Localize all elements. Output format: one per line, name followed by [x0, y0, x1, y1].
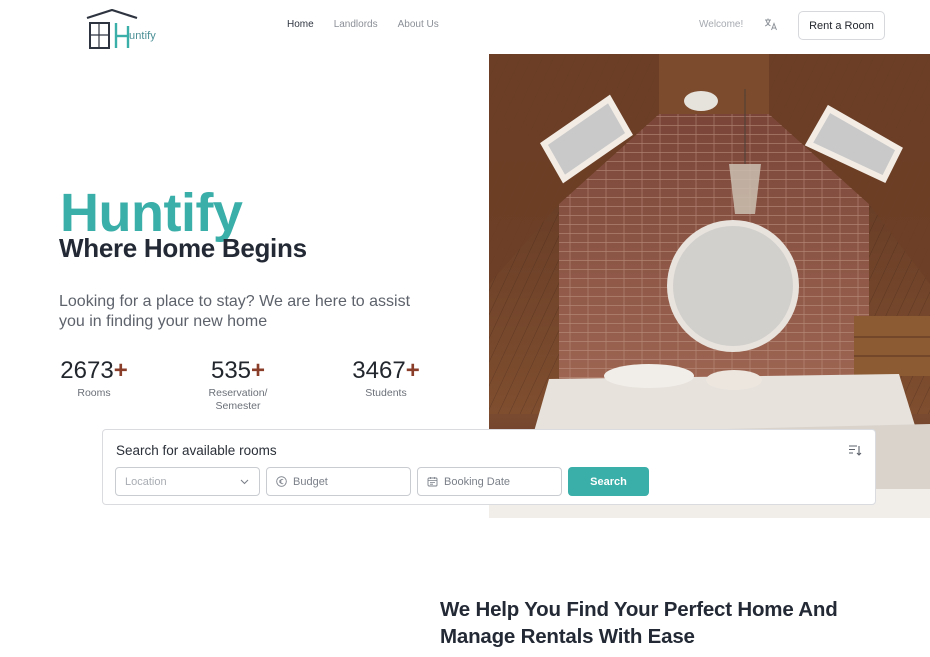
- date-placeholder: Booking Date: [444, 475, 511, 488]
- calendar-icon: [427, 477, 438, 487]
- stat-value: 3467: [352, 357, 406, 384]
- stat-plus: +: [113, 357, 128, 384]
- stat-value: 2673: [60, 357, 114, 384]
- booking-date-input[interactable]: Booking Date: [417, 467, 562, 496]
- location-placeholder: Location: [125, 475, 167, 488]
- stat-label: Students: [365, 387, 407, 399]
- sort-icon[interactable]: [848, 443, 862, 457]
- stat-plus: +: [251, 357, 266, 384]
- nav-about-us[interactable]: About Us: [398, 19, 439, 30]
- stat-label: Rooms: [77, 387, 111, 399]
- hero-description: Looking for a place to stay? We are here…: [59, 293, 411, 330]
- euro-icon: [276, 476, 287, 487]
- stat-value: 535: [210, 357, 252, 384]
- stat-label: Reservation/ Semester: [208, 387, 268, 412]
- stat-reservations: 535+ Reservation/ Semester: [203, 357, 273, 413]
- stat-rooms: 2673+ Rooms: [60, 357, 128, 400]
- budget-placeholder: Budget: [293, 475, 328, 488]
- nav-home[interactable]: Home: [287, 19, 314, 30]
- main-nav: Home Landlords About Us: [287, 19, 439, 30]
- logo-text: untify: [129, 30, 156, 42]
- stat-plus: +: [405, 357, 420, 384]
- nav-landlords[interactable]: Landlords: [334, 19, 378, 30]
- logo[interactable]: untify: [86, 9, 166, 51]
- hero-subtitle: Where Home Begins: [59, 233, 307, 263]
- search-card: Search for available rooms Location Budg…: [102, 429, 876, 505]
- rent-a-room-button[interactable]: Rent a Room: [798, 11, 885, 40]
- chevron-down-icon: [240, 479, 249, 484]
- welcome-text: Welcome!: [699, 19, 744, 30]
- stat-students: 3467+ Students: [346, 357, 426, 400]
- translate-icon[interactable]: [764, 17, 778, 31]
- budget-input[interactable]: Budget: [266, 467, 411, 496]
- location-select[interactable]: Location: [115, 467, 260, 496]
- search-button[interactable]: Search: [568, 467, 649, 496]
- search-title: Search for available rooms: [116, 443, 277, 458]
- section-heading: We Help You Find Your Perfect Home And M…: [440, 598, 838, 648]
